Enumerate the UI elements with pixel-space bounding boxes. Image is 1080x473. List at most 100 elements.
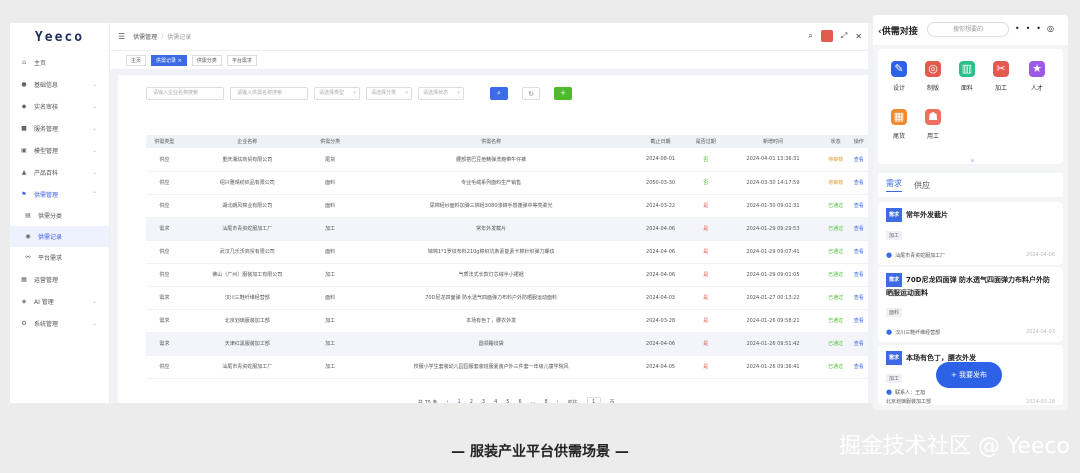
sidebar-item[interactable]: ⚯ 平台需求 [10, 247, 109, 268]
page-number[interactable]: 4 [494, 399, 497, 403]
category-label: 人才 [1030, 85, 1043, 92]
card-title: 本场有色丁，腰衣外发 [906, 354, 977, 362]
sidebar-item[interactable]: ▦ 运营管理 [10, 268, 109, 290]
sidebar-item[interactable]: ⚑ 供需管理 ⌃ [10, 183, 109, 205]
table-row[interactable]: 供应 绍兴雅晴纺织品有限公司 面料 专业毛绒系列面料生产销售 2050-03-30 否 20… [146, 171, 868, 195]
view-link[interactable]: 查看 [849, 309, 868, 333]
sidebar-item[interactable]: ⚙ 系统管理 ⌄ [10, 312, 109, 334]
sidebar-item[interactable]: ⌂ 主页 [10, 51, 109, 73]
sidebar-item-label: 基础信息 [34, 81, 59, 89]
flag-icon: ⚑ [21, 190, 27, 198]
cell-company: 汕尾市青资蛇服加工厂 [182, 355, 312, 379]
table-row[interactable]: 供应 湖北朗风棉业有限公司 面料 尿棉经纱面料加弹三棉经3080涤锦手感蓬弹中等亮柔光… [146, 194, 868, 218]
tab-tag[interactable]: 供需记录 × [151, 54, 187, 66]
card-badge: 需求 [886, 273, 903, 287]
publish-button[interactable]: + 我要发布 [936, 362, 1002, 388]
avatar[interactable] [820, 30, 833, 42]
mobile-title[interactable]: ‹供需对接 [878, 24, 918, 37]
category-labor[interactable]: ☗ 用工 [918, 109, 948, 140]
page-indicator [971, 159, 974, 162]
mini-program-controls[interactable]: •••◎ [1015, 24, 1060, 33]
chevron-down-icon: ⌄ [91, 168, 97, 176]
view-link[interactable]: 查看 [849, 286, 868, 310]
tab-tag[interactable]: 平台需求 [226, 54, 257, 66]
view-link[interactable]: 查看 [849, 217, 868, 241]
category-design[interactable]: ✎ 设计 [884, 61, 914, 92]
add-button[interactable]: + [554, 87, 572, 100]
category-select[interactable]: 请选择分类 [366, 87, 412, 100]
cell-created: 2024-01-29 09:01:05 [724, 263, 822, 287]
type-select[interactable]: 请选择类型 [314, 87, 360, 100]
tab-demand[interactable]: 需求 [886, 178, 902, 192]
category-stock[interactable]: ▦ 尾货 [884, 109, 914, 140]
page-number[interactable]: 5 [506, 399, 509, 403]
sidebar-item[interactable]: ● 基础信息 ⌄ [10, 73, 109, 95]
cell-name: 锦棉1*1罗纹布料210g棉织坑条素能素卡棉针织弹力螺纹 [348, 240, 634, 264]
view-link[interactable]: 查看 [849, 148, 868, 172]
table-row[interactable]: 供应 重庆湘炫商贸有限公司 尾货 腰部搭巴豆痘精弹洗瘾带牛仔裤 2024-08-01 否 2… [146, 148, 868, 172]
sidebar-item[interactable]: ▲ 产品百科 ⌄ [10, 161, 109, 183]
page-number[interactable]: ... [531, 399, 536, 403]
category-fabric[interactable]: ▥ 面料 [952, 61, 982, 92]
view-link[interactable]: 查看 [849, 194, 868, 218]
table-row[interactable]: 供应 武汉几乐沃商贸有限公司 面料 锦棉1*1罗纹布料210g棉织坑条素能素卡棉针织弹… [146, 240, 868, 264]
cell-name: 专业毛绒系列面料生产销售 [348, 171, 634, 195]
table-row[interactable]: 需求 汉川三鞋纤维经营部 面料 70D尼龙四面弹 防水透气四面弹力布料户外防晒服运动面… [146, 286, 868, 310]
table-row[interactable]: 需求 汕尾市青资蛇服加工厂 加工 常年外发截片 2024-04-06 是 2024-01-2… [146, 217, 868, 241]
chevron-down-icon: ⌄ [91, 297, 97, 305]
cell-cat: 尾货 [311, 148, 349, 172]
sidebar-item[interactable]: ◉ 供需记录 [10, 226, 109, 247]
column-header: 状态 [821, 135, 850, 148]
table-row[interactable]: 供应 佛山（广州）服装加工有限公司 加工 气质法式长款灯芯绒半小裙裾 2024-04-0… [146, 263, 868, 287]
view-link[interactable]: 查看 [849, 355, 868, 379]
status-select[interactable]: 请选择状态 [418, 87, 464, 100]
tab-tag[interactable]: 主页 [126, 54, 147, 66]
menu-toggle-icon[interactable]: ☰ [118, 32, 125, 41]
company-search-input[interactable]: 请输入企业名称搜索 [146, 87, 224, 100]
cell-cat: 加工 [311, 332, 349, 356]
sidebar-item-label: 主页 [34, 59, 47, 67]
cell-name: 70D尼龙四面弹 防水透气四面弹力布料户外防晒服运动面料 [348, 286, 634, 310]
view-link[interactable]: 查看 [849, 263, 868, 287]
prev-page-icon[interactable]: ‹ [447, 399, 449, 403]
cell-company: 佛山（广州）服装加工有限公司 [182, 263, 312, 287]
page-number[interactable]: 1 [458, 399, 461, 403]
sidebar-item[interactable]: ▣ 模型管理 ⌄ [10, 139, 109, 161]
sidebar-item[interactable]: ■ 服务管理 ⌄ [10, 117, 109, 139]
name-search-input[interactable]: 请输入供需名称搜索 [230, 87, 308, 100]
view-link[interactable]: 查看 [849, 171, 868, 195]
search-button[interactable]: ⌕ [490, 87, 508, 100]
sidebar-item[interactable]: ▤ 供需分类 [10, 205, 109, 226]
view-link[interactable]: 查看 [849, 332, 868, 356]
table-row[interactable]: 供应 汕尾市青资蛇服加工厂 加工 校服小学生套装幼儿园园服套装班服夏装户外三件套一年级… [146, 355, 868, 379]
tab-supply[interactable]: 供应 [914, 180, 930, 191]
page-number[interactable]: 2 [470, 399, 473, 403]
category-pattern[interactable]: ◎ 制版 [918, 61, 948, 92]
page-number[interactable]: 8 [544, 399, 547, 403]
reset-button[interactable]: ↻ [522, 87, 540, 100]
mobile-search-input[interactable]: 搜你想要的 [927, 22, 1009, 37]
sidebar-item[interactable]: ◈ AI 管理 ⌄ [10, 290, 109, 312]
view-link[interactable]: 查看 [849, 240, 868, 264]
breadcrumb-parent[interactable]: 供需管理 [133, 32, 157, 41]
cell-type: 需求 [146, 217, 183, 241]
search-icon[interactable]: ⌕ [808, 31, 812, 41]
sidebar-item[interactable]: ◆ 实名审核 ⌄ [10, 95, 109, 117]
sidebar: Yeeco ⌂ 主页 ● 基础信息 ⌄ ◆ 实名审核 ⌄ ■ 服务管理 ⌄ ▣ 模型管理 ⌄ ▲ 产品百科 ⌄ ⚑… [10, 23, 110, 403]
page-number[interactable]: 3 [482, 399, 485, 403]
demand-card[interactable]: 需求 常年外发截片 加工 ● 汕尾市青资蛇服加工厂 2024-04-06 [878, 202, 1063, 265]
sidebar-item-label: 系统管理 [34, 320, 59, 328]
next-page-icon[interactable]: › [557, 399, 559, 403]
card-tag: 加工 [886, 231, 903, 240]
cell-expired: 是 [687, 240, 725, 264]
page-number[interactable]: 6 [518, 399, 521, 403]
category-talent[interactable]: ★ 人才 [1022, 61, 1052, 92]
goto-page-input[interactable]: 1 [586, 397, 601, 403]
fullscreen-icon[interactable]: ⤢ [841, 31, 847, 41]
tab-tag[interactable]: 供需分类 [191, 54, 222, 66]
close-icon[interactable]: ✕ [855, 32, 862, 41]
demand-card[interactable]: 需求 70D尼龙四面弹 防水透气四面弹力布料户外防晒服运动面料 面料 ● 汉川三鞋纤… [878, 267, 1063, 342]
table-row[interactable]: 需求 北京划璃服装加工部 加工 本场有色丁，腰衣外发 2024-03-28 是 2024-0… [146, 309, 868, 333]
table-row[interactable]: 需求 天津红黑服装加工部 加工 圆领睡纹袋 2024-04-06 是 2024-01-26 … [146, 332, 868, 356]
category-processing[interactable]: ✂ 加工 [986, 61, 1016, 92]
